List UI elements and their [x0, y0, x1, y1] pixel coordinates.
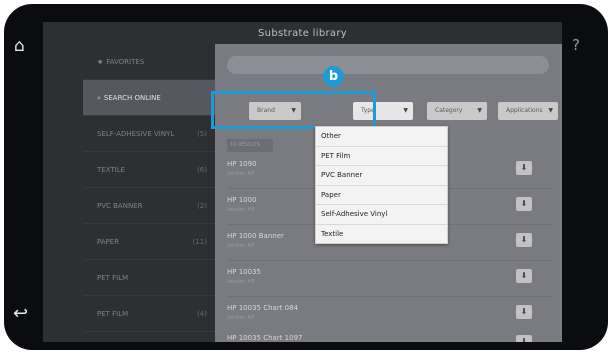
- dropdown-option-pet-film[interactable]: PET Film: [316, 147, 447, 167]
- substrate-vendor: Vendor: HP: [227, 171, 255, 177]
- download-icon[interactable]: ⬇: [516, 197, 532, 211]
- download-icon[interactable]: ⬇: [516, 305, 532, 319]
- download-icon[interactable]: ⬇: [516, 269, 532, 283]
- sidebar-item-search-online[interactable]: ⌕ SEARCH ONLINE: [83, 80, 215, 116]
- substrate-name: HP 10035 Chart 1097: [227, 334, 303, 342]
- chevron-down-icon: ▼: [477, 107, 482, 114]
- chevron-down-icon: ▼: [403, 107, 408, 114]
- sidebar-item-pet-film-2[interactable]: PET FILM (4): [83, 296, 215, 332]
- substrate-vendor: Vendor: HP: [227, 243, 255, 249]
- sidebar-item-label: SEARCH ONLINE: [103, 94, 161, 102]
- dropdown-option-other[interactable]: Other: [316, 127, 447, 147]
- star-icon: ★: [97, 58, 104, 66]
- download-icon[interactable]: ⬇: [516, 161, 532, 175]
- download-icon[interactable]: ⬇: [516, 233, 532, 247]
- sidebar-item-label: PET FILM: [97, 310, 129, 318]
- category-filter-label: Category: [435, 107, 463, 114]
- dropdown-option-textile[interactable]: Textile: [316, 225, 447, 245]
- substrate-name: HP 1000 Banner: [227, 232, 284, 240]
- table-row[interactable]: HP 10035 Vendor: HP ⬇: [227, 262, 552, 296]
- sidebar-item-pvc-banner[interactable]: PVC BANNER (2): [83, 188, 215, 224]
- sidebar-item-label: FAVORITES: [106, 58, 145, 66]
- substrate-vendor: Vendor: HP: [227, 279, 255, 285]
- sidebar-item-count: (2): [197, 202, 207, 210]
- search-icon: ⌕: [97, 94, 101, 102]
- download-icon[interactable]: ⬇: [516, 335, 532, 342]
- results-count: 10 RESULTS: [227, 139, 273, 152]
- page-background: ⌂ ↩ ? ◀ ▶ Substrate library ★FAVORITES ⌕…: [0, 0, 614, 354]
- sidebar-item-paper[interactable]: PAPER (11): [83, 224, 215, 260]
- table-row[interactable]: HP 10035 Chart 1097 ⬇: [227, 328, 552, 342]
- sidebar-item-favorites[interactable]: ★ FAVORITES: [83, 44, 215, 80]
- callout-badge: b: [323, 66, 344, 87]
- applications-filter-label: Applications: [506, 107, 543, 114]
- sidebar-item-label: PAPER: [97, 238, 120, 246]
- help-icon[interactable]: ?: [572, 38, 580, 53]
- sidebar-item-label: SELF-ADHESIVE VINYL: [97, 130, 175, 138]
- sidebar: ★ FAVORITES ⌕ SEARCH ONLINE SELF-ADHESIVE …: [83, 44, 215, 342]
- sidebar-item-count: (6): [197, 166, 207, 174]
- sidebar-item-count: (4): [197, 310, 207, 318]
- table-row[interactable]: HP 10035 Chart 084 Vendor: HP ⬇: [227, 298, 552, 332]
- sidebar-item-count: (11): [192, 238, 207, 246]
- substrate-name: HP 1000: [227, 196, 257, 204]
- sidebar-item-pet-film[interactable]: PET FILM: [83, 260, 215, 296]
- substrate-vendor: Vendor: HP: [227, 315, 255, 321]
- substrate-library-screen: Substrate library ★ FAVORITES ⌕ SEARCH ONL…: [43, 22, 562, 342]
- sidebar-item-count: (5): [197, 130, 207, 138]
- row-divider: [227, 296, 552, 297]
- substrate-name: HP 1090: [227, 160, 257, 168]
- type-dropdown-menu: Other PET Film PVC Banner Paper Self-Adh…: [315, 126, 448, 244]
- home-icon[interactable]: ⌂: [14, 38, 25, 55]
- chevron-down-icon: ▼: [548, 107, 553, 114]
- substrate-name: HP 10035: [227, 268, 261, 276]
- sidebar-item-label: TEXTILE: [97, 166, 126, 174]
- row-divider: [227, 260, 552, 261]
- applications-filter[interactable]: Applications ▼: [498, 102, 558, 120]
- substrate-name: HP 10035 Chart 084: [227, 304, 299, 312]
- search-input[interactable]: [227, 56, 549, 74]
- sidebar-item-label: PVC BANNER: [97, 202, 143, 210]
- sidebar-item-self-adhesive-vinyl[interactable]: SELF-ADHESIVE VINYL (5): [83, 116, 215, 152]
- dropdown-option-paper[interactable]: Paper: [316, 186, 447, 206]
- sidebar-item-textile[interactable]: TEXTILE (6): [83, 152, 215, 188]
- category-filter[interactable]: Category ▼: [427, 102, 487, 120]
- substrate-vendor: Vendor: HP: [227, 207, 255, 213]
- dropdown-option-self-adhesive-vinyl[interactable]: Self-Adhesive Vinyl: [316, 205, 447, 225]
- callout-highlight-box: [211, 91, 376, 129]
- dropdown-option-pvc-banner[interactable]: PVC Banner: [316, 166, 447, 186]
- back-arrow-icon[interactable]: ↩: [13, 305, 28, 323]
- page-title: Substrate library: [258, 28, 347, 39]
- sidebar-item-label: PET FILM: [97, 274, 129, 282]
